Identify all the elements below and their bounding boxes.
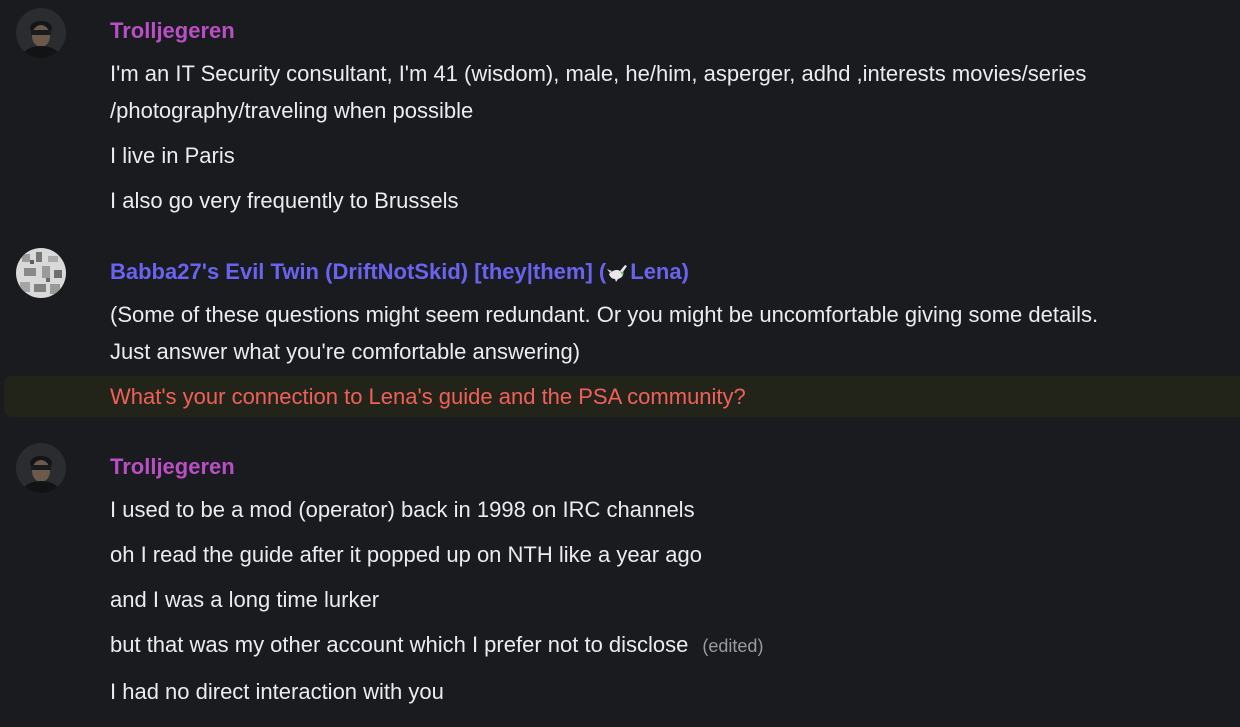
message-text: but that was my other account which I pr… <box>110 632 689 657</box>
message-line-edited: but that was my other account which I pr… <box>110 626 763 665</box>
highlighted-message-line: What's your connection to Lena's guide a… <box>110 384 746 409</box>
message-line: I live in Paris <box>110 143 235 168</box>
dove-icon <box>607 265 628 282</box>
message-line: I'm an IT Security consultant, I'm 41 (w… <box>110 61 1087 86</box>
edited-label: (edited) <box>702 636 764 656</box>
author-name-suffix: Lena) <box>630 259 689 284</box>
message-author[interactable]: Babba27's Evil Twin (DriftNotSkid) [they… <box>110 257 689 287</box>
message-line: /photography/traveling when possible <box>110 98 474 123</box>
message-line: Just answer what you're comfortable answ… <box>110 339 581 364</box>
message-line: oh I read the guide after it popped up o… <box>110 542 702 567</box>
user-avatar[interactable] <box>16 443 66 493</box>
message-line: and I was a long time lurker <box>110 587 380 612</box>
message-line: I had no direct interaction with you <box>110 679 444 704</box>
author-name-prefix: Babba27's Evil Twin (DriftNotSkid) [they… <box>110 259 607 284</box>
user-avatar[interactable] <box>16 8 66 58</box>
trolljegeren-avatar-icon <box>16 8 66 58</box>
babba-avatar-icon <box>16 248 66 298</box>
user-avatar[interactable] <box>16 248 66 298</box>
message-author[interactable]: Trolljegeren <box>110 16 235 46</box>
message-line: I also go very frequently to Brussels <box>110 188 459 213</box>
message-line: I used to be a mod (operator) back in 19… <box>110 497 695 522</box>
message-author[interactable]: Trolljegeren <box>110 452 235 482</box>
message-line: (Some of these questions might seem redu… <box>110 302 1099 327</box>
trolljegeren-avatar-icon <box>16 443 66 493</box>
